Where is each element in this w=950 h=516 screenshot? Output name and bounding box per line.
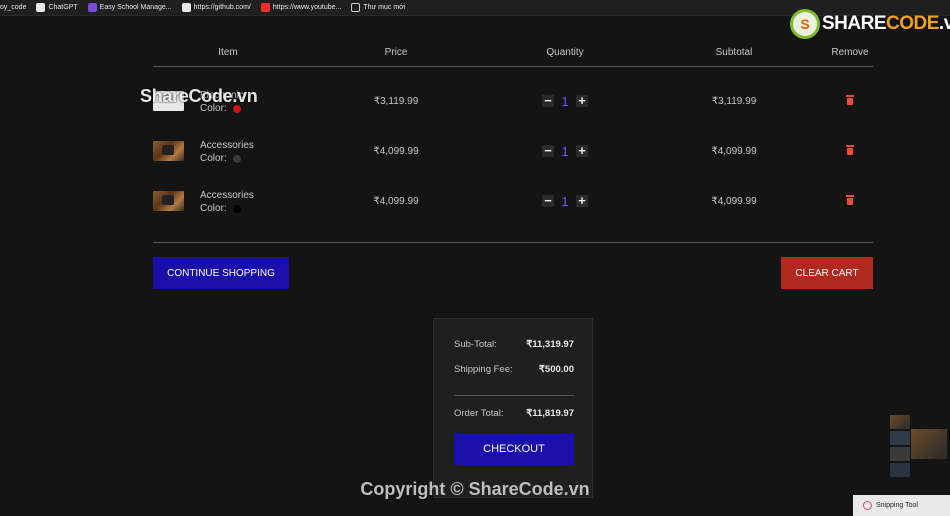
- logo-text-part: .vn: [938, 13, 950, 34]
- logo-text: SHARECODE.vn: [822, 13, 950, 35]
- logo-mark-icon: S: [790, 9, 820, 39]
- chatgpt-icon: [36, 3, 46, 12]
- bookmark-label: ChatGPT: [48, 4, 78, 11]
- preview-thumbnail[interactable]: [890, 415, 910, 429]
- cart-actions: CONTINUE SHOPPING CLEAR CART: [153, 257, 873, 289]
- decrease-quantity-button[interactable]: −: [542, 194, 554, 207]
- product-subtotal: ₹3,119.99: [711, 95, 757, 107]
- product-price: ₹4,099.99: [373, 195, 419, 207]
- checkout-button[interactable]: CHECKOUT: [454, 433, 574, 465]
- quantity-value: 1: [561, 93, 569, 109]
- total-label: Order Total:: [454, 408, 504, 419]
- subtotal-value: ₹11,319.97: [526, 339, 574, 350]
- bookmark-label: oy_code: [0, 4, 27, 11]
- quantity-value: 1: [561, 193, 569, 209]
- cart-header-row: Item Price Quantity Subtotal Remove: [153, 39, 873, 67]
- header-price: Price: [384, 47, 408, 58]
- cart-row: Electronic Color: ₹3,119.99 − 1 + ₹3,119…: [153, 76, 873, 126]
- subtotal-row: Sub-Total: ₹11,319.97: [454, 339, 574, 350]
- color-swatch: [232, 154, 241, 163]
- trash-icon[interactable]: [846, 194, 854, 205]
- trash-icon[interactable]: [846, 94, 854, 105]
- bookmark-easy-school[interactable]: Easy School Manage...: [87, 3, 172, 12]
- header-remove: Remove: [831, 47, 869, 58]
- github-icon: [181, 3, 191, 12]
- header-item: Item: [218, 47, 238, 58]
- watermark-copyright: Copyright © ShareCode.vn: [360, 479, 590, 499]
- product-subtotal: ₹4,099.99: [711, 145, 757, 157]
- clear-cart-button[interactable]: CLEAR CART: [781, 257, 873, 289]
- trash-icon[interactable]: [846, 144, 854, 155]
- product-color: Color:: [200, 203, 254, 214]
- cart-row: Accessories Color: ₹4,099.99 − 1 + ₹4,09…: [153, 126, 873, 176]
- product-price: ₹3,119.99: [373, 95, 419, 107]
- color-swatch: [232, 204, 241, 213]
- color-label: Color:: [200, 203, 227, 214]
- folder-icon: [351, 3, 361, 12]
- bookmark-folder[interactable]: Thư mục mới: [351, 3, 405, 12]
- sharecode-logo: S SHARECODE.vn: [790, 9, 950, 39]
- quantity-stepper: − 1 +: [489, 94, 641, 109]
- product-price: ₹4,099.99: [373, 145, 419, 157]
- quantity-stepper: − 1 +: [489, 194, 641, 209]
- product-thumbnail[interactable]: [153, 191, 184, 211]
- youtube-icon: [260, 3, 270, 12]
- shipping-value: ₹500.00: [538, 364, 574, 375]
- shipping-row: Shipping Fee: ₹500.00: [454, 364, 574, 375]
- bookmark-label: Easy School Manage...: [99, 4, 172, 11]
- snipping-tool-tab[interactable]: Snipping Tool: [853, 495, 950, 516]
- product-color: Color:: [200, 153, 254, 164]
- total-value: ₹11,819.97: [526, 408, 574, 419]
- increase-quantity-button[interactable]: +: [576, 94, 588, 107]
- snipping-tool-icon: [863, 501, 872, 510]
- bookmark-label: https://www.youtube...: [272, 4, 342, 11]
- header-subtotal: Subtotal: [715, 47, 753, 58]
- logo-text-part: CODE: [886, 13, 939, 34]
- cart-divider: [153, 242, 873, 243]
- shipping-label: Shipping Fee:: [454, 364, 513, 375]
- bookmark-chatgpt[interactable]: ChatGPT: [36, 3, 78, 12]
- preview-thumbnail[interactable]: [911, 429, 947, 459]
- bookmark-oy-code[interactable]: oy_code: [0, 4, 26, 11]
- logo-text-part: SHARE: [822, 13, 887, 34]
- bookmark-youtube[interactable]: https://www.youtube...: [260, 3, 342, 12]
- side-preview-panel: [885, 395, 950, 483]
- watermark-top: ShareCode.vn: [140, 86, 258, 106]
- decrease-quantity-button[interactable]: −: [542, 94, 554, 107]
- product-thumbnail[interactable]: [153, 141, 184, 161]
- product-name: Accessories: [200, 140, 254, 151]
- cart-table: Item Price Quantity Subtotal Remove Elec…: [153, 39, 873, 243]
- increase-quantity-button[interactable]: +: [576, 194, 588, 207]
- decrease-quantity-button[interactable]: −: [542, 144, 554, 157]
- quantity-stepper: − 1 +: [489, 144, 641, 159]
- quantity-value: 1: [561, 143, 569, 159]
- preview-thumbnail[interactable]: [890, 447, 910, 461]
- subtotal-label: Sub-Total:: [454, 339, 497, 350]
- bookmark-github[interactable]: https://github.com/: [181, 3, 251, 12]
- product-subtotal: ₹4,099.99: [711, 195, 757, 207]
- continue-shopping-button[interactable]: CONTINUE SHOPPING: [153, 257, 289, 289]
- header-quantity: Quantity: [546, 47, 584, 58]
- preview-thumbnail[interactable]: [890, 431, 910, 445]
- preview-thumbnail[interactable]: [890, 463, 910, 477]
- summary-divider: [454, 395, 574, 396]
- cart-row: Accessories Color: ₹4,099.99 − 1 + ₹4,09…: [153, 176, 873, 226]
- easy-school-icon: [87, 3, 97, 12]
- total-row: Order Total: ₹11,819.97: [454, 408, 574, 419]
- color-label: Color:: [200, 153, 227, 164]
- bookmark-label: https://github.com/: [193, 4, 251, 11]
- order-summary: Sub-Total: ₹11,319.97 Shipping Fee: ₹500…: [433, 318, 593, 498]
- bookmark-label: Thư mục mới: [363, 4, 406, 11]
- product-name: Accessories: [200, 190, 254, 201]
- snipping-tool-label: Snipping Tool: [876, 502, 918, 509]
- increase-quantity-button[interactable]: +: [576, 144, 588, 157]
